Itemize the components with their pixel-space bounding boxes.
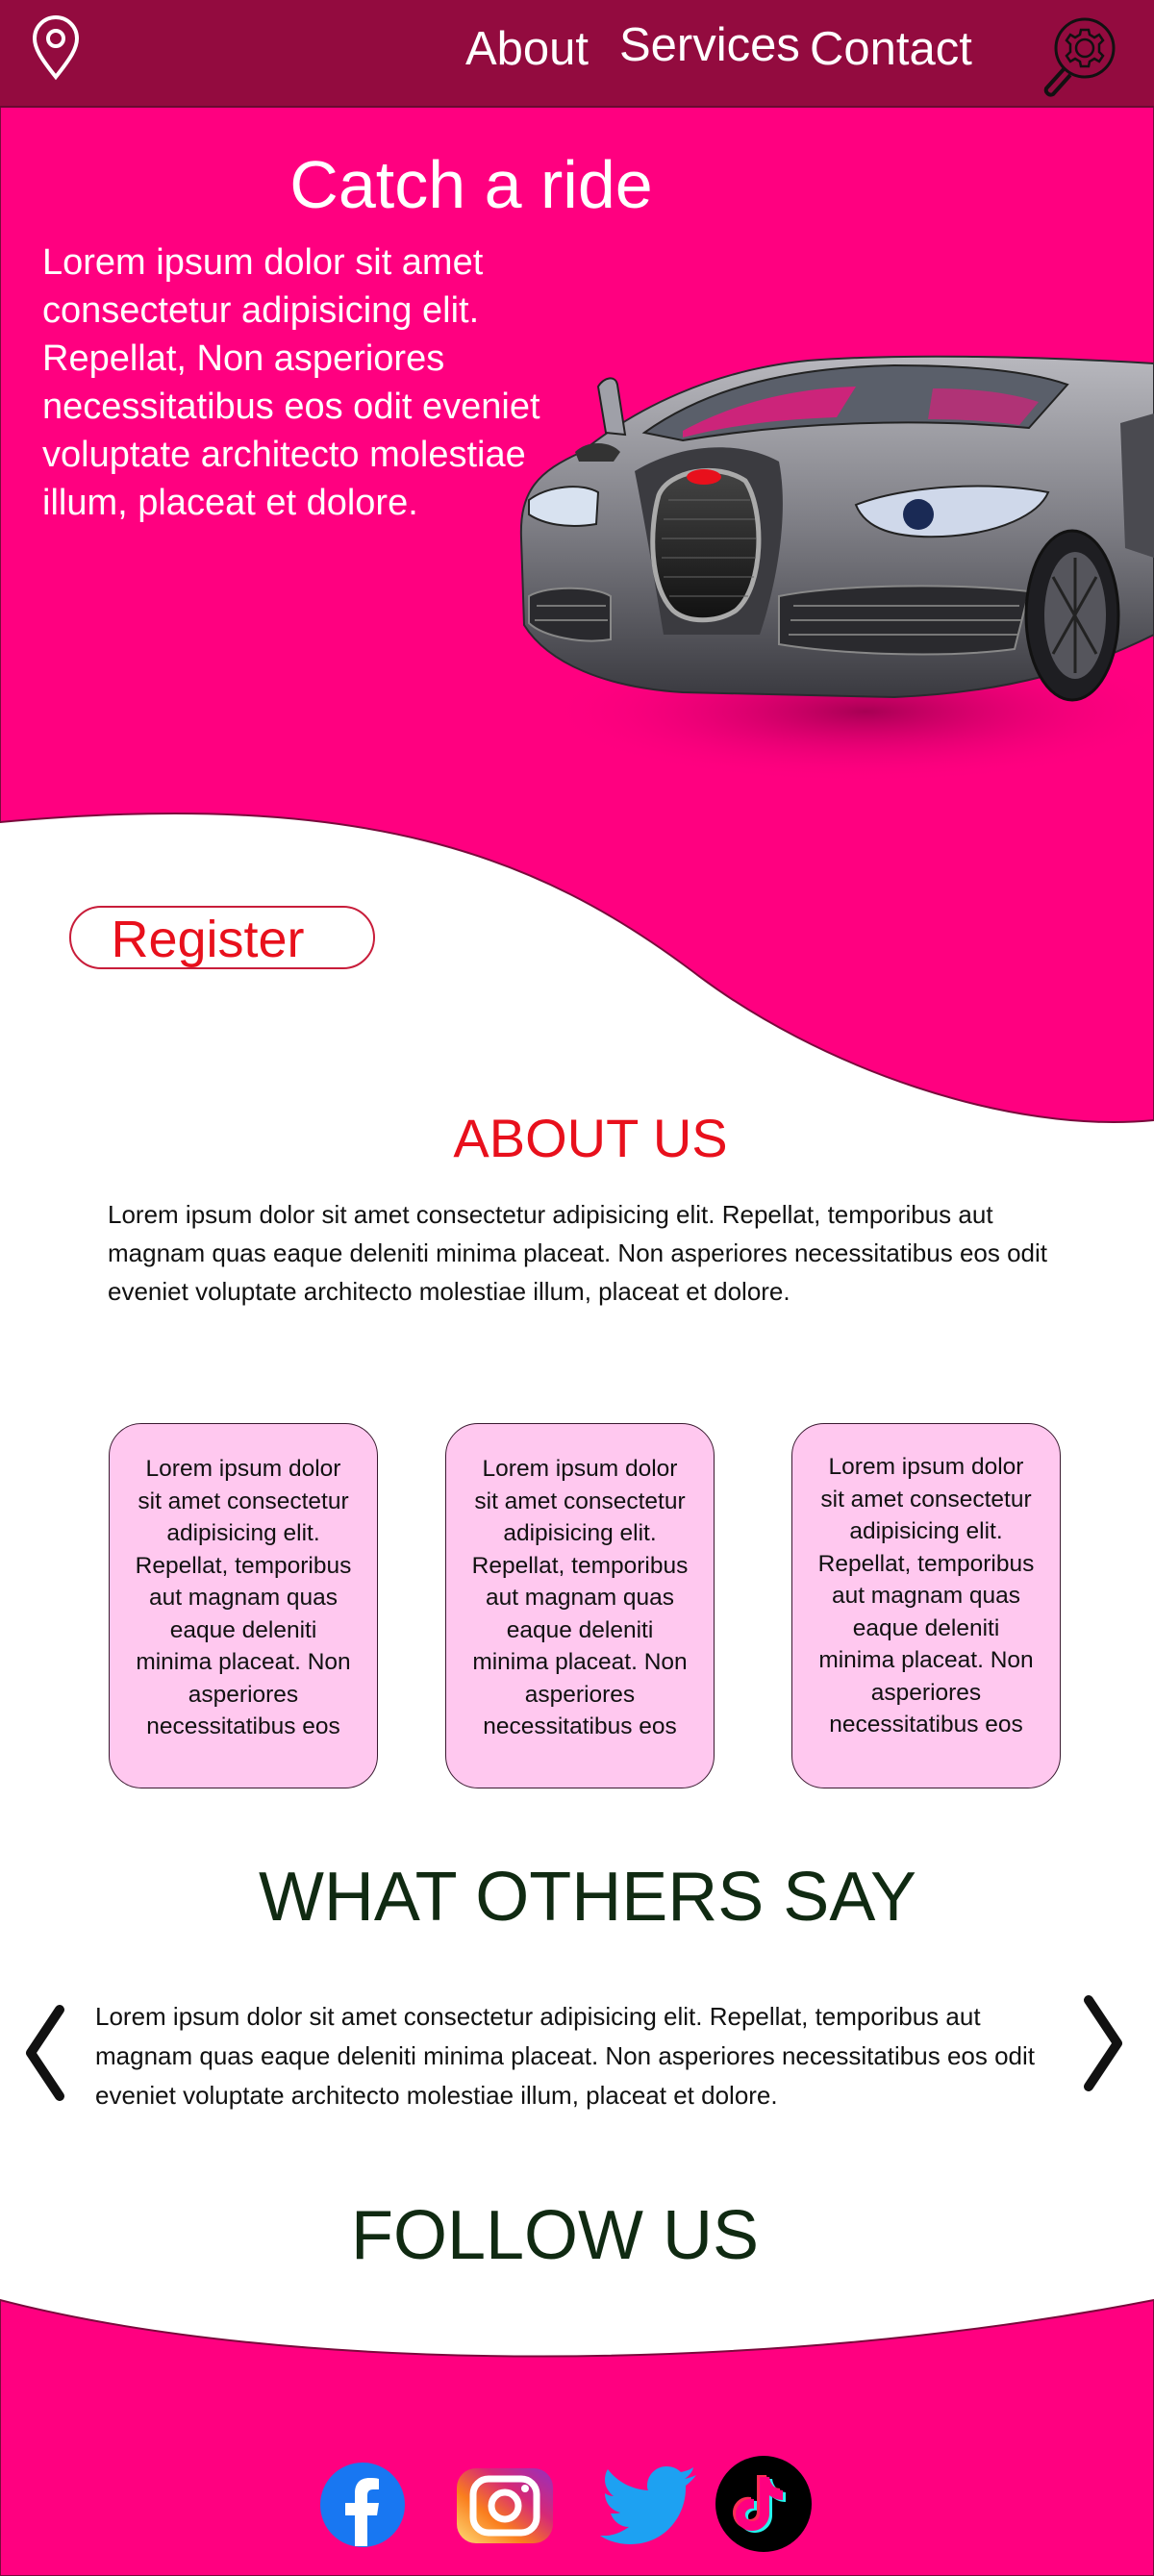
hero-title: Catch a ride (289, 147, 653, 222)
info-card-1: Lorem ipsum dolor sit amet consectetur a… (109, 1423, 378, 1788)
nav-link-about[interactable]: About (465, 21, 589, 77)
testimonial-text: Lorem ipsum dolor sit amet consectetur a… (95, 2002, 1036, 2110)
about-us-title: ABOUT US (453, 1108, 728, 1168)
chevron-left-icon[interactable] (19, 2000, 77, 2106)
instagram-icon[interactable] (456, 2467, 554, 2544)
car-image (519, 355, 1154, 784)
info-card-text: Lorem ipsum dolor sit amet consectetur a… (817, 1454, 1035, 1738)
twitter-icon[interactable] (600, 2465, 698, 2546)
nav-link-contact[interactable]: Contact (810, 21, 972, 77)
chevron-right-icon[interactable] (1071, 1990, 1129, 2096)
tiktok-icon[interactable] (715, 2456, 812, 2552)
register-button[interactable]: Register (69, 906, 375, 969)
nav-link-services[interactable]: Services (619, 17, 800, 73)
info-card-2: Lorem ipsum dolor sit amet consectetur a… (445, 1423, 715, 1788)
facebook-icon[interactable] (319, 2462, 406, 2548)
about-us-text: Lorem ipsum dolor sit amet consectetur a… (108, 1200, 1048, 1306)
location-pin-icon[interactable] (29, 15, 83, 81)
info-card-3: Lorem ipsum dolor sit amet consectetur a… (791, 1423, 1061, 1788)
info-card-text: Lorem ipsum dolor sit amet consectetur a… (471, 1456, 689, 1739)
info-card-text: Lorem ipsum dolor sit amet consectetur a… (135, 1456, 352, 1739)
testimonials-title: WHAT OTHERS SAY (258, 1859, 917, 1936)
footer-background (0, 2298, 1154, 2576)
follow-us-title: FOLLOW US (350, 2197, 760, 2274)
search-gear-icon[interactable] (1039, 13, 1119, 98)
